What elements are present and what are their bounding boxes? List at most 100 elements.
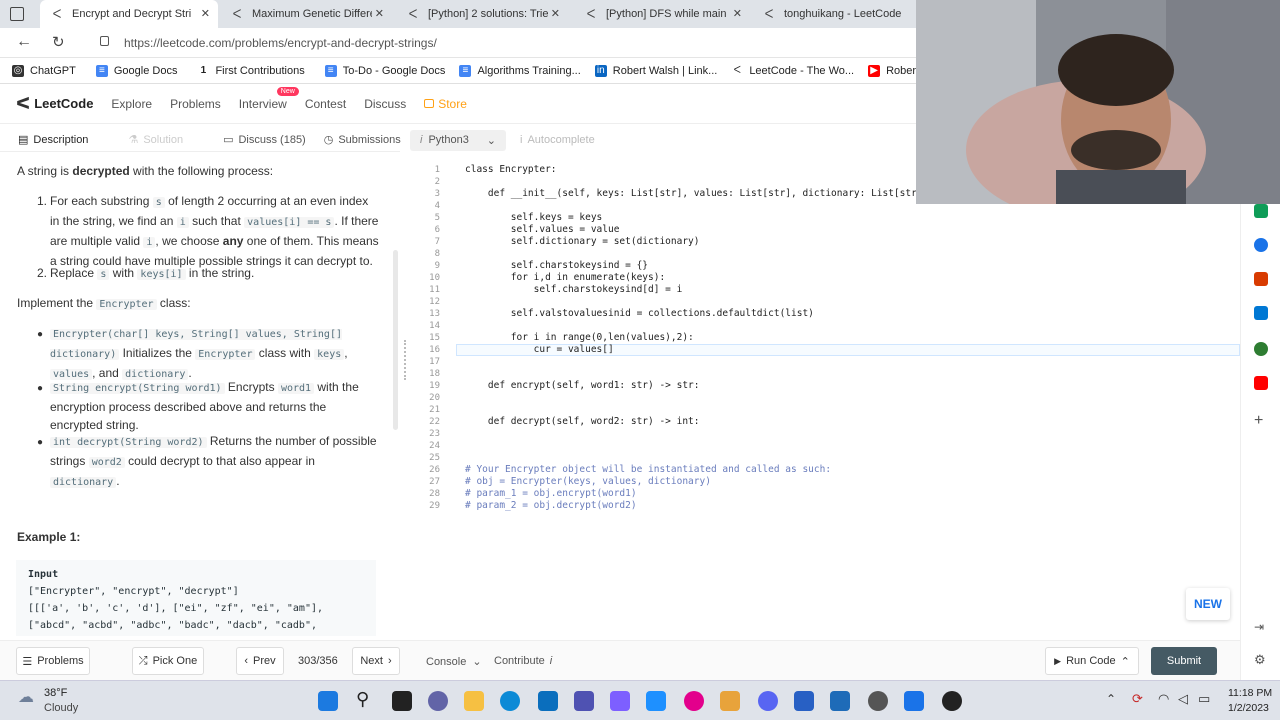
solution-icon: ⚗ [128,134,139,146]
example-box: Input ["Encrypter", "encrypt", "decrypt"… [16,560,376,636]
clock-date[interactable]: 1/2/2023 [1228,702,1269,714]
volume-icon[interactable]: ◁ [1178,691,1188,707]
code-editor[interactable]: class Encrypter: def __init__(self, keys… [465,164,1225,514]
contribute-button[interactable]: Contribute i [494,655,552,667]
chevron-right-icon: › [387,655,392,667]
office-icon[interactable] [1254,272,1268,286]
nav-interview[interactable]: Interview New [239,86,299,111]
close-tab-icon[interactable]: ✕ [201,7,210,20]
leetcode-logo[interactable]: ᐸ LeetCode [16,94,93,114]
edge-icon[interactable] [500,691,520,711]
browser-tab[interactable]: ᐸ [Python] DFS while maintain... ✕ [574,0,750,28]
pick-one-button[interactable]: ⤮ Pick One [132,647,204,675]
nav-explore[interactable]: Explore [111,97,152,111]
bookmark[interactable]: ◎ ChatGPT [12,64,76,77]
line-number: 2 [434,177,440,187]
add-icon[interactable]: + [1254,412,1263,430]
description-scrollbar[interactable] [393,250,398,430]
vscode-icon[interactable] [720,691,740,711]
weather-condition[interactable]: Cloudy [44,702,78,714]
run-code-button[interactable]: ▶ Run Code ⌃ [1045,647,1139,675]
app-icon[interactable] [942,691,962,711]
media-icon[interactable] [684,691,704,711]
new-feature-button[interactable]: NEW [1186,588,1230,620]
line-number: 29 [429,501,440,511]
mail-icon[interactable] [904,691,924,711]
prev-button[interactable]: ‹ Prev [236,647,284,675]
tab-submissions[interactable]: ◷ Submissions [324,133,401,146]
leetcode-favicon-icon: ᐸ [731,64,744,77]
notes-icon[interactable] [830,691,850,711]
bookmark[interactable]: ≡ To-Do - Google Docs [324,64,445,77]
editor-toolbar: i Python3 ⌄ i Autocomplete [410,128,916,152]
tools-icon[interactable] [1254,204,1268,218]
drop-icon[interactable] [1254,342,1268,356]
next-button[interactable]: Next › [352,647,400,675]
chevron-up-icon[interactable]: ⌃ [1106,692,1116,706]
line-number: 4 [434,201,440,211]
back-icon[interactable]: ← [16,33,32,51]
bookmark[interactable]: ᐸ LeetCode - The Wo... [731,64,854,77]
docs-icon: ≡ [95,64,108,77]
app-icon[interactable] [794,691,814,711]
tab-discuss[interactable]: ▭ Discuss (185) [223,133,306,146]
browser-tab[interactable]: ᐸ [Python] 2 solutions: Trie + ... ✕ [396,0,568,28]
submit-button[interactable]: Submit [1151,647,1217,675]
task-view-icon[interactable] [392,691,412,711]
youtube-icon[interactable] [1254,376,1268,390]
close-tab-icon[interactable]: ✕ [375,7,384,20]
tab-description[interactable]: ▤ Description [18,133,88,146]
nav-store[interactable]: Store [424,97,467,111]
weather-temp[interactable]: 38°F [44,687,67,699]
intro-text: A string is decrypted with the following… [17,164,274,178]
battery-icon[interactable]: ▭ [1198,691,1210,707]
search-icon[interactable]: ⚲ [356,689,369,710]
tab-solution[interactable]: ⚗ Solution [128,133,183,146]
app-icon[interactable] [646,691,666,711]
outlook-icon[interactable] [1254,306,1268,320]
reload-icon[interactable]: ↻ [52,33,65,51]
bookmark[interactable]: in Robert Walsh | Link... [594,64,717,77]
line-number: 28 [429,489,440,499]
autocomplete-toggle[interactable]: i Autocomplete [520,134,595,146]
file-explorer-icon[interactable] [464,691,484,711]
store-app-icon[interactable] [538,691,558,711]
url-field[interactable]: https://leetcode.com/problems/encrypt-an… [124,36,437,50]
nav-problems[interactable]: Problems [170,97,221,111]
nav-discuss[interactable]: Discuss [364,97,406,111]
youtube-icon: ▶ [868,64,881,77]
wifi-icon[interactable]: ◠ [1158,691,1169,707]
close-tab-icon[interactable]: ✕ [733,7,742,20]
snip-icon[interactable] [610,691,630,711]
close-tab-icon[interactable]: ✕ [551,7,560,20]
browser-tab[interactable]: ᐸ Maximum Genetic Difference ✕ [220,0,392,28]
new-badge: New [276,86,299,96]
bookmark[interactable]: 1 First Contributions [197,64,305,77]
tab-actions-icon[interactable] [10,7,24,21]
games-icon[interactable] [1254,238,1268,252]
chat-icon[interactable] [428,691,448,711]
bookmark[interactable]: ≡ Google Docs [95,64,177,77]
sidebar-toggle-icon[interactable]: ⇥ [1254,620,1264,634]
bullet: ● [37,329,44,340]
problems-button[interactable]: ☰ Problems [16,647,90,675]
first-contributions-icon: 1 [197,64,210,77]
console-button[interactable]: Console ⌄ [426,655,482,668]
code-line: for i,d in enumerate(keys): [465,272,666,283]
browser-tab-active[interactable]: ᐸ Encrypt and Decrypt Strings ✕ [40,0,218,28]
settings-icon[interactable] [868,691,888,711]
bookmark[interactable]: ≡ Algorithms Training... [459,64,581,77]
browser-tab[interactable]: ᐸ tonghuikang - LeetCode Pr... [752,0,916,28]
discord-icon[interactable] [758,691,778,711]
gear-icon[interactable]: ⚙ [1254,652,1266,668]
network-alert-icon[interactable]: ⟳ [1132,691,1143,707]
pen-app-icon[interactable] [574,691,594,711]
start-icon[interactable] [318,691,338,711]
nav-contest[interactable]: Contest [305,97,346,111]
pane-resize-handle[interactable] [404,340,407,380]
clock-time[interactable]: 11:18 PM [1228,687,1272,699]
language-select[interactable]: i Python3 ⌄ [410,129,506,151]
leetcode-logo-icon: ᐸ [16,95,31,113]
